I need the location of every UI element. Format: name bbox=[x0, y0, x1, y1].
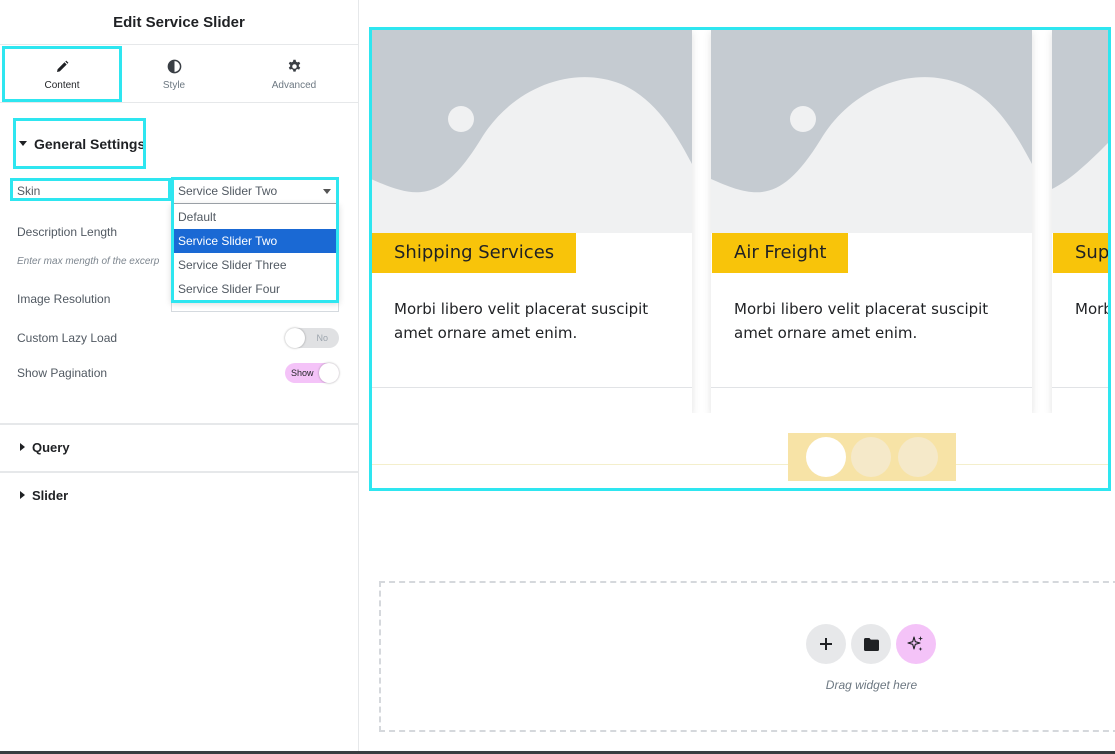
image-placeholder-icon bbox=[1052, 29, 1109, 233]
image-resolution-label: Image Resolution bbox=[17, 292, 111, 306]
tab-content-label: Content bbox=[44, 79, 80, 91]
tab-style-label: Style bbox=[162, 79, 186, 91]
toggle-knob bbox=[285, 328, 305, 348]
service-card-title: Shipping Services bbox=[372, 233, 577, 273]
service-card[interactable]: Air Freight Morbi libero velit placerat … bbox=[711, 29, 1032, 413]
image-placeholder-icon bbox=[711, 29, 1032, 233]
service-card-description: Morbi libero velit placerat suscipit ame… bbox=[394, 300, 649, 342]
custom-lazy-load-toggle[interactable]: No bbox=[285, 328, 339, 348]
section-query-label: Query bbox=[32, 439, 70, 455]
tab-advanced[interactable]: Advanced bbox=[236, 45, 352, 103]
section-slider[interactable]: Slider bbox=[20, 487, 378, 503]
skin-option-service-slider-four[interactable]: Service Slider Four bbox=[172, 277, 338, 301]
preview-canvas: Shipping Services Morbi libero velit pla… bbox=[360, 0, 1115, 754]
skin-option-service-slider-two[interactable]: Service Slider Two bbox=[172, 229, 338, 253]
image-placeholder-icon bbox=[371, 29, 692, 233]
service-card-divider bbox=[711, 387, 1032, 388]
service-card[interactable]: Supp Morbi amet bbox=[1052, 29, 1109, 413]
skin-select[interactable]: Service Slider Two bbox=[171, 178, 339, 204]
caret-down-icon bbox=[19, 141, 27, 146]
panel-header: Edit Service Slider bbox=[0, 0, 358, 45]
section-query[interactable]: Query bbox=[20, 439, 378, 455]
pagination-dot-active[interactable] bbox=[806, 437, 846, 477]
show-pagination-toggle[interactable]: Show bbox=[285, 363, 339, 383]
section-divider bbox=[0, 423, 358, 425]
ai-assistant-button[interactable] bbox=[896, 624, 936, 664]
panel-tabs: Content Style Advanced bbox=[0, 45, 358, 103]
description-length-hint: Enter max mength of the excerp bbox=[17, 256, 160, 267]
service-card-divider bbox=[371, 387, 692, 388]
custom-lazy-load-state: No bbox=[316, 333, 328, 343]
show-pagination-label: Show Pagination bbox=[17, 366, 108, 380]
tab-advanced-label: Advanced bbox=[271, 79, 317, 91]
tab-style[interactable]: Style bbox=[116, 45, 232, 103]
tab-content[interactable]: Content bbox=[2, 46, 122, 102]
section-general-settings[interactable]: General Settings bbox=[13, 118, 146, 169]
service-card-title: Supp bbox=[1053, 233, 1109, 273]
service-card[interactable]: Shipping Services Morbi libero velit pla… bbox=[371, 29, 692, 413]
skin-option-service-slider-three[interactable]: Service Slider Three bbox=[172, 253, 338, 277]
sparkle-icon bbox=[907, 636, 923, 651]
gear-icon bbox=[285, 58, 303, 76]
caret-right-icon bbox=[20, 443, 25, 451]
half-circle-icon bbox=[165, 58, 183, 76]
section-general-settings-label: General Settings bbox=[34, 135, 146, 152]
service-card-description: Morbi amet bbox=[1075, 300, 1109, 318]
toggle-knob bbox=[319, 363, 339, 383]
pencil-icon bbox=[53, 58, 71, 76]
select-arrow-icon bbox=[323, 189, 331, 194]
folder-icon bbox=[863, 637, 879, 651]
section-slider-label: Slider bbox=[32, 487, 69, 503]
custom-lazy-load-label: Custom Lazy Load bbox=[17, 331, 118, 345]
skin-dropdown-list: Default Service Slider Two Service Slide… bbox=[171, 203, 339, 302]
plus-icon bbox=[820, 638, 832, 650]
pagination-dot[interactable] bbox=[851, 437, 891, 477]
pagination-line bbox=[371, 464, 1109, 465]
skin-select-value: Service Slider Two bbox=[178, 184, 278, 198]
add-template-button[interactable] bbox=[851, 624, 891, 664]
service-card-title: Air Freight bbox=[712, 233, 849, 273]
widget-dropzone[interactable] bbox=[379, 581, 1115, 732]
description-length-label: Description Length bbox=[17, 225, 118, 239]
pagination-dot[interactable] bbox=[898, 437, 938, 477]
section-divider bbox=[0, 471, 358, 473]
editor-panel: Edit Service Slider Content Style Advanc… bbox=[0, 0, 359, 754]
add-section-button[interactable] bbox=[806, 624, 846, 664]
dropzone-hint: Drag widget here bbox=[825, 678, 918, 692]
skin-label: Skin bbox=[17, 184, 41, 198]
show-pagination-state: Show bbox=[291, 368, 314, 378]
service-slider: Shipping Services Morbi libero velit pla… bbox=[371, 29, 1109, 413]
panel-title: Edit Service Slider bbox=[113, 13, 245, 31]
caret-right-icon bbox=[20, 491, 25, 499]
service-card-description: Morbi libero velit placerat suscipit ame… bbox=[734, 300, 989, 342]
skin-option-default[interactable]: Default bbox=[172, 205, 338, 229]
service-card-divider bbox=[1052, 387, 1109, 388]
